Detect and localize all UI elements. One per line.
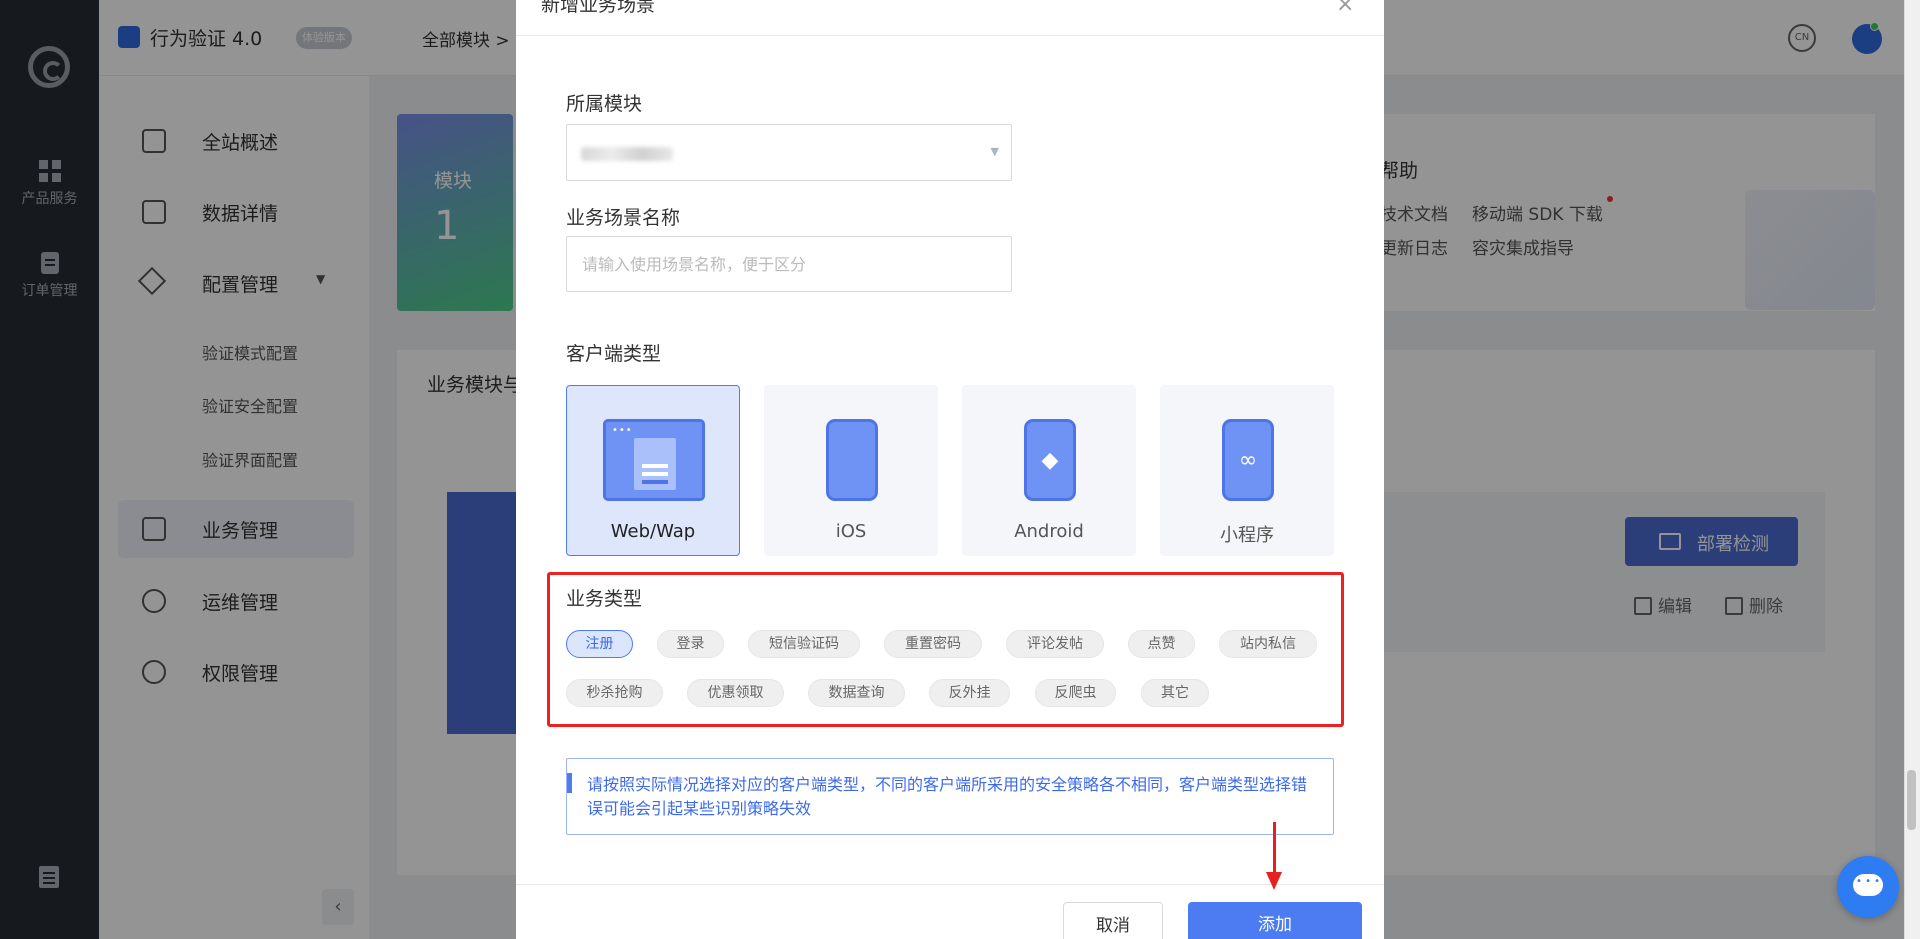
client-type-web[interactable]: ••• Web/Wap bbox=[566, 385, 740, 556]
client-type-miniprogram[interactable]: ∞ 小程序 bbox=[1160, 385, 1334, 556]
business-type-tag[interactable]: 数据查询 bbox=[808, 679, 905, 707]
business-type-tag[interactable]: 反外挂 bbox=[929, 679, 1010, 707]
business-type-tag[interactable]: 重置密码 bbox=[884, 630, 982, 658]
module-label: 所属模块 bbox=[566, 93, 643, 115]
module-select[interactable]: ▼ bbox=[566, 124, 1012, 181]
business-type-tag[interactable]: 点赞 bbox=[1128, 630, 1195, 658]
scene-name-label: 业务场景名称 bbox=[566, 207, 681, 229]
browser-icon: ••• bbox=[603, 419, 705, 501]
client-type-label-text: Web/Wap bbox=[610, 521, 696, 542]
business-type-tag[interactable]: 秒杀抢购 bbox=[566, 679, 663, 707]
business-type-tag[interactable]: 短信验证码 bbox=[748, 630, 860, 658]
business-type-tag[interactable]: 反爬虫 bbox=[1035, 679, 1116, 707]
client-type-label-text: iOS bbox=[835, 521, 867, 542]
chat-support-button[interactable] bbox=[1837, 856, 1899, 918]
scene-name-input[interactable] bbox=[566, 236, 1012, 292]
business-type-tag[interactable]: 评论发帖 bbox=[1006, 630, 1104, 658]
client-type-label-text: Android bbox=[1014, 521, 1084, 542]
notice-text: 请按照实际情况选择对应的客户端类型，不同的客户端所采用的安全策略各不相同，客户端… bbox=[587, 775, 1308, 818]
business-type-tag[interactable]: 优惠领取 bbox=[687, 679, 784, 707]
close-icon[interactable]: × bbox=[1336, 0, 1354, 17]
business-type-tag[interactable]: 其它 bbox=[1141, 679, 1209, 707]
chat-bubble-icon bbox=[1853, 874, 1883, 896]
business-type-tag[interactable]: 登录 bbox=[657, 630, 724, 658]
modal-title: 新增业务场景 bbox=[541, 0, 656, 16]
business-type-label: 业务类型 bbox=[566, 588, 643, 610]
modal-footer-divider bbox=[516, 884, 1384, 885]
client-type-label-text: 小程序 bbox=[1220, 525, 1274, 546]
scrollbar-thumb[interactable] bbox=[1907, 770, 1916, 830]
notice-accent-bar bbox=[567, 773, 572, 793]
add-button[interactable]: 添加 bbox=[1188, 902, 1362, 939]
apple-phone-icon bbox=[826, 419, 878, 501]
business-type-tag[interactable]: 注册 bbox=[566, 630, 633, 658]
annotation-arrow-head bbox=[1266, 872, 1282, 890]
client-type-notice: 请按照实际情况选择对应的客户端类型，不同的客户端所采用的安全策略各不相同，客户端… bbox=[566, 758, 1334, 835]
client-type-label: 客户端类型 bbox=[566, 343, 662, 365]
chevron-down-icon: ▼ bbox=[990, 145, 999, 158]
client-type-android[interactable]: ◆ Android bbox=[962, 385, 1136, 556]
blurred-module-value bbox=[581, 147, 673, 161]
miniprogram-phone-icon: ∞ bbox=[1222, 419, 1274, 501]
client-type-ios[interactable]: iOS bbox=[764, 385, 938, 556]
business-type-tag[interactable]: 站内私信 bbox=[1219, 630, 1317, 658]
cancel-button[interactable]: 取消 bbox=[1063, 902, 1163, 939]
android-phone-icon: ◆ bbox=[1024, 419, 1076, 501]
